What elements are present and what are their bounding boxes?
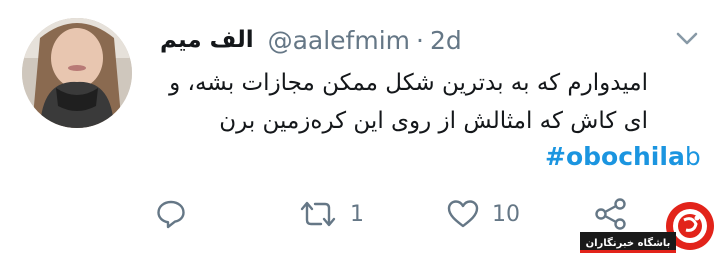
watermark-logo: باشگاه خبرنگاران: [576, 196, 720, 256]
hashtag-link[interactable]: #obochila: [545, 142, 685, 171]
hashtag-suffix: b: [684, 142, 701, 171]
tweet-text-line: ای کاش که امثالش از روی این کره‌زمین برن: [219, 108, 648, 134]
hashtag: #obochilab: [545, 140, 701, 174]
reply-icon: [157, 200, 185, 229]
timestamp[interactable]: 2d: [430, 26, 462, 55]
avatar[interactable]: [22, 18, 132, 128]
tweet-header: الف میم @aalefmim · 2d: [160, 22, 480, 58]
tweet-card: الف میم @aalefmim · 2d امیدوارم که به بد…: [0, 0, 720, 256]
like-count: 10: [492, 201, 520, 227]
avatar-photo: [22, 18, 132, 128]
watermark-text: باشگاه خبرنگاران: [586, 236, 671, 249]
user-handle[interactable]: @aalefmim: [268, 26, 410, 55]
tweet-text-line: امیدوارم که به بدترین شکل ممکن مجازات بش…: [169, 70, 648, 96]
retweet-button[interactable]: 1: [298, 196, 364, 232]
like-button[interactable]: 10: [446, 196, 520, 232]
tweet-text: امیدوارم که به بدترین شکل ممکن مجازات بش…: [148, 64, 648, 140]
retweet-icon: [300, 201, 336, 227]
display-name[interactable]: الف میم: [160, 27, 254, 53]
retweet-count: 1: [350, 201, 364, 227]
heart-icon: [447, 200, 479, 228]
chevron-down-icon[interactable]: [675, 28, 699, 48]
separator-dot: ·: [416, 25, 424, 55]
reply-button[interactable]: [155, 196, 187, 232]
